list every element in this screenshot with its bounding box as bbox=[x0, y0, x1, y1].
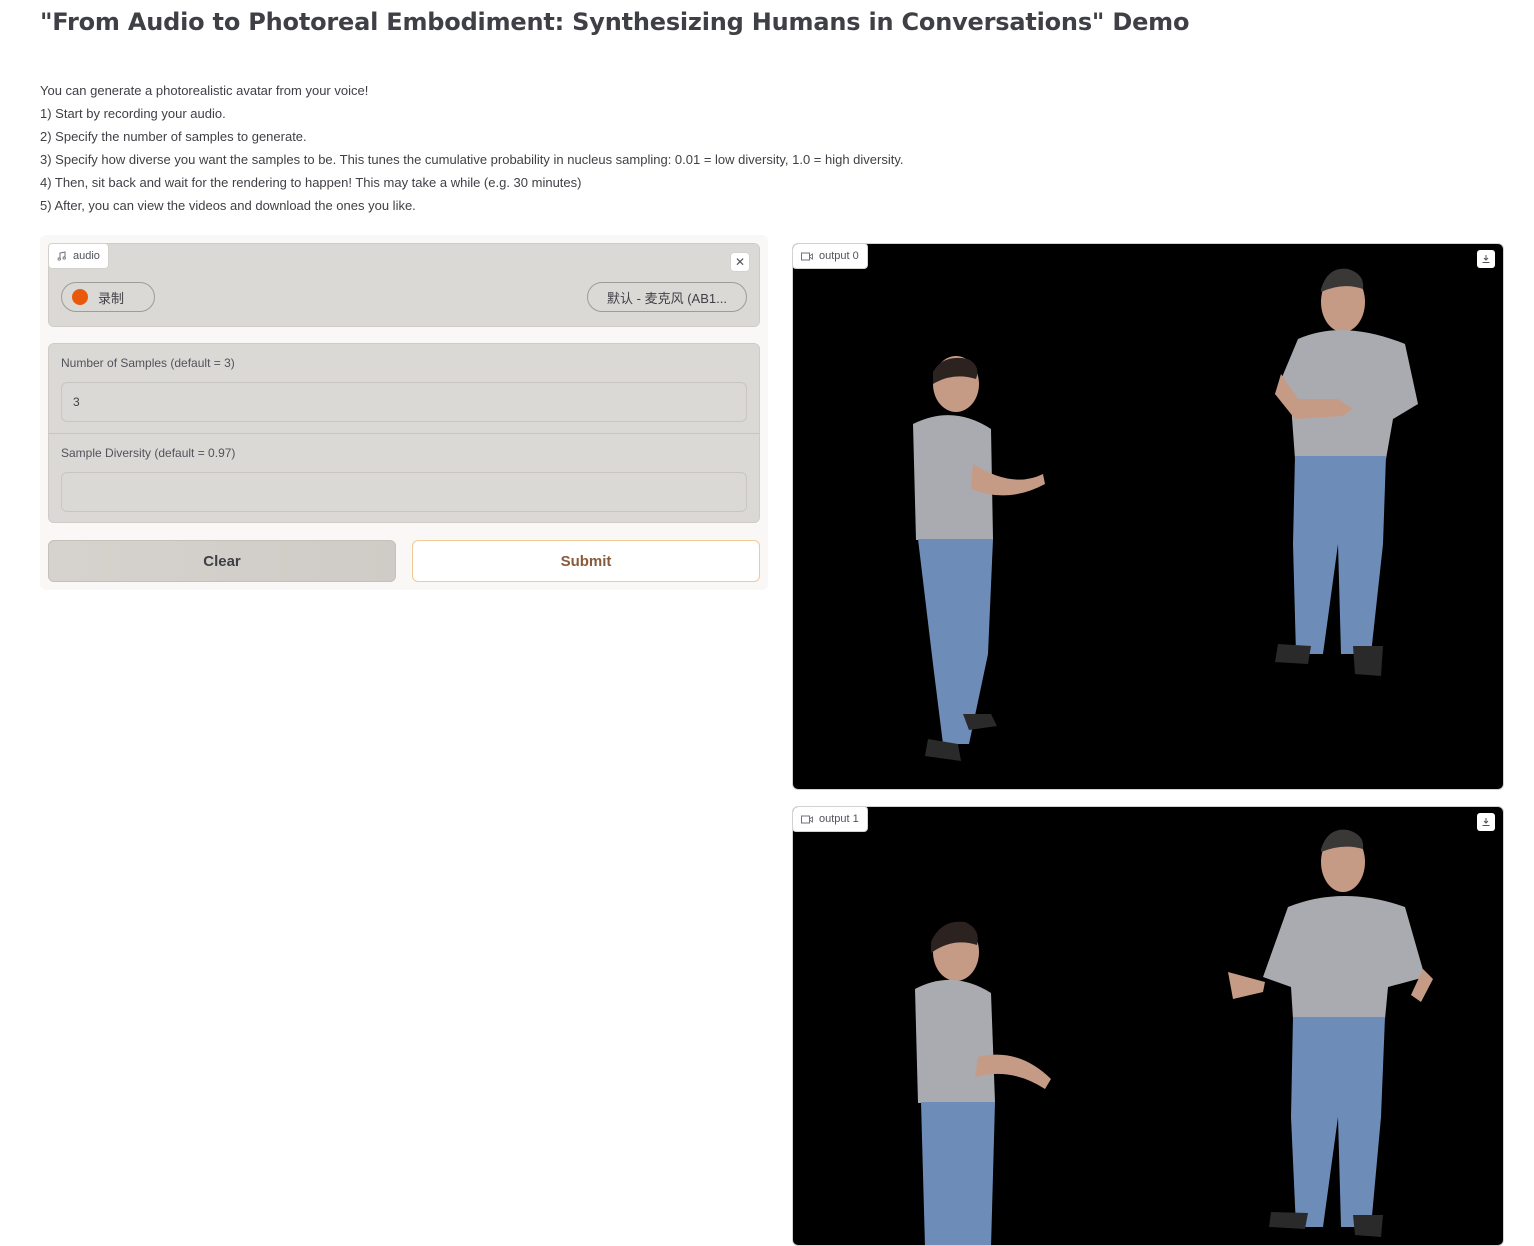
video-icon bbox=[801, 252, 813, 261]
music-note-icon bbox=[57, 251, 67, 261]
output-1-label-text: output 1 bbox=[819, 813, 859, 825]
output-0-label: output 0 bbox=[793, 244, 868, 269]
intro-line: 2) Specify the number of samples to gene… bbox=[40, 129, 307, 144]
person-left bbox=[915, 921, 1051, 1245]
record-dot-icon bbox=[72, 289, 88, 305]
samples-label: Number of Samples (default = 3) bbox=[61, 356, 235, 370]
intro-line: You can generate a photorealistic avatar… bbox=[40, 83, 369, 98]
download-icon[interactable] bbox=[1477, 813, 1495, 831]
microphone-select[interactable]: 默认 - 麦克风 (AB1... bbox=[587, 282, 747, 312]
person-left bbox=[913, 356, 1045, 761]
audio-label: audio bbox=[48, 243, 109, 269]
record-label: 录制 bbox=[98, 290, 125, 306]
output-1-label: output 1 bbox=[793, 807, 868, 832]
intro-line: 4) Then, sit back and wait for the rende… bbox=[40, 175, 582, 190]
intro-line: 1) Start by recording your audio. bbox=[40, 106, 226, 121]
audio-input: audio ✕ 录制 默认 - 麦克风 (AB1... bbox=[48, 243, 760, 327]
video-frame bbox=[915, 829, 1433, 1245]
input-panel: audio ✕ 录制 默认 - 麦克风 (AB1... Number of Sa… bbox=[40, 235, 768, 590]
video-icon bbox=[801, 815, 813, 824]
intro-line: 3) Specify how diverse you want the samp… bbox=[40, 152, 904, 167]
page-title: "From Audio to Photoreal Embodiment: Syn… bbox=[40, 8, 1190, 36]
person-right bbox=[1275, 268, 1418, 676]
close-icon[interactable]: ✕ bbox=[730, 252, 750, 272]
record-button[interactable]: 录制 bbox=[61, 282, 155, 312]
samples-input[interactable]: 3 bbox=[61, 382, 747, 422]
divider bbox=[49, 433, 759, 434]
output-0-label-text: output 0 bbox=[819, 250, 859, 262]
clear-button[interactable]: Clear bbox=[48, 540, 396, 582]
output-video-1[interactable]: output 1 bbox=[792, 806, 1504, 1246]
audio-label-text: audio bbox=[73, 250, 100, 262]
intro-text: You can generate a photorealistic avatar… bbox=[40, 79, 904, 217]
person-right bbox=[1228, 829, 1433, 1237]
submit-button[interactable]: Submit bbox=[412, 540, 760, 582]
settings-form: Number of Samples (default = 3) 3 Sample… bbox=[48, 343, 760, 523]
video-frame bbox=[913, 268, 1418, 761]
intro-line: 5) After, you can view the videos and do… bbox=[40, 198, 416, 213]
diversity-label: Sample Diversity (default = 0.97) bbox=[61, 446, 236, 460]
download-icon[interactable] bbox=[1477, 250, 1495, 268]
output-video-0[interactable]: output 0 bbox=[792, 243, 1504, 790]
diversity-input[interactable] bbox=[61, 472, 747, 512]
